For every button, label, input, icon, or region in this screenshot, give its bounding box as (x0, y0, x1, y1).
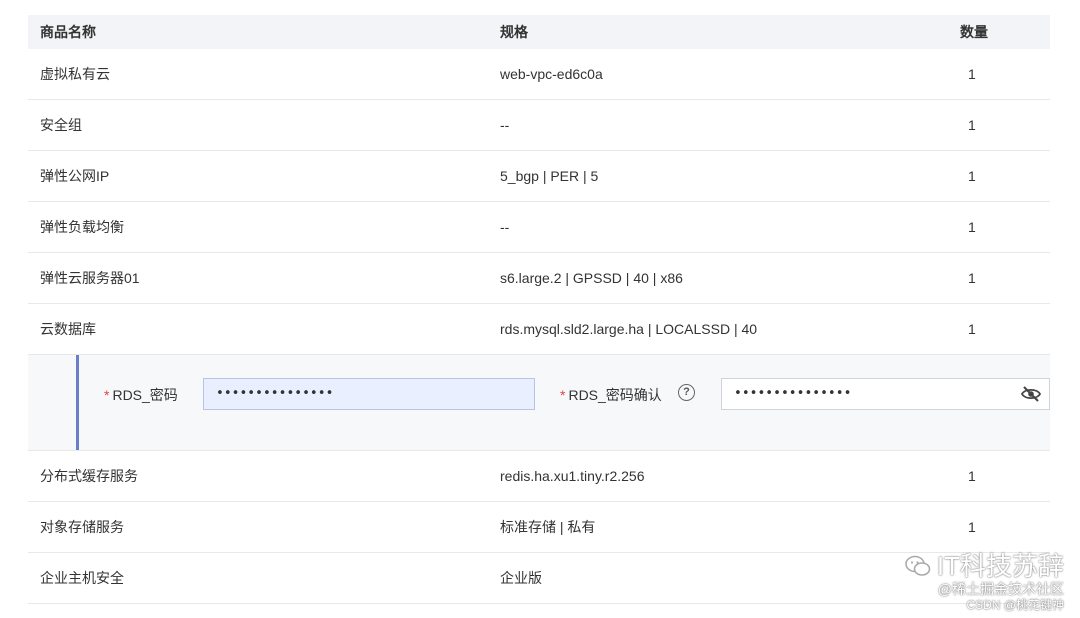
row-spec: rds.mysql.sld2.large.ha | LOCALSSD | 40 (500, 321, 758, 337)
rds-password-panel: * RDS_密码 ••••••••••••••• * RDS_密码确认 ? ••••… (28, 355, 1050, 451)
rds-password-confirm-label-text: RDS_密码确认 (568, 387, 662, 403)
row-qty: 1 (968, 270, 976, 286)
table-header: 商品名称 规格 数量 (28, 15, 1050, 49)
row-name: 企业主机安全 (40, 570, 124, 586)
panel-accent-bar (76, 355, 79, 450)
row-name: 弹性公网IP (40, 168, 110, 184)
watermark-csdn: CSDN @桃花键神 (966, 598, 1064, 612)
table-row: 弹性公网IP 5_bgp | PER | 5 1 (28, 151, 1050, 202)
watermark: IT科技苏辞 @稀土掘金技术社区 CSDN @桃花键神 (905, 552, 1064, 612)
row-name: 云数据库 (40, 321, 96, 337)
row-qty: 1 (968, 219, 976, 235)
table-row: 分布式缓存服务 redis.ha.xu1.tiny.r2.256 1 (28, 451, 1050, 502)
row-name: 对象存储服务 (40, 519, 124, 535)
required-mark: * (104, 387, 110, 403)
row-spec: -- (500, 117, 510, 133)
wechat-logo-icon (905, 555, 931, 576)
table-row: 云数据库 rds.mysql.sld2.large.ha | LOCALSSD … (28, 304, 1050, 355)
row-name: 安全组 (40, 117, 82, 133)
row-name: 分布式缓存服务 (40, 468, 138, 484)
rds-password-confirm-input[interactable]: ••••••••••••••• (721, 378, 1050, 410)
column-header-qty: 数量 (960, 24, 988, 40)
rds-password-confirm-label: * RDS_密码确认 (560, 385, 662, 405)
watermark-subtitle: @稀土掘金技术社区 (937, 581, 1064, 597)
row-qty: 1 (968, 321, 976, 337)
table-row: 弹性负载均衡 -- 1 (28, 202, 1050, 253)
table-row: 对象存储服务 标准存储 | 私有 1 (28, 502, 1050, 553)
row-spec: redis.ha.xu1.tiny.r2.256 (500, 468, 645, 484)
row-qty: 1 (968, 66, 976, 82)
row-qty: 1 (968, 468, 976, 484)
column-header-spec: 规格 (500, 24, 528, 40)
row-spec: web-vpc-ed6c0a (500, 66, 603, 82)
column-header-name: 商品名称 (40, 24, 96, 40)
row-qty: 1 (968, 168, 976, 184)
row-spec: 标准存储 | 私有 (500, 519, 596, 535)
rds-password-label-text: RDS_密码 (112, 387, 178, 403)
table-row: 企业主机安全 企业版 (28, 553, 1050, 604)
eye-off-icon[interactable] (1021, 386, 1041, 402)
row-name: 虚拟私有云 (40, 66, 110, 82)
row-qty: 1 (968, 117, 976, 133)
rds-password-label: * RDS_密码 (104, 385, 178, 405)
row-name: 弹性负载均衡 (40, 219, 124, 235)
table-row: 虚拟私有云 web-vpc-ed6c0a 1 (28, 49, 1050, 100)
row-qty: 1 (968, 519, 976, 535)
row-spec: 5_bgp | PER | 5 (500, 168, 599, 184)
product-table: 商品名称 规格 数量 虚拟私有云 web-vpc-ed6c0a 1 安全组 --… (28, 15, 1050, 604)
row-spec: s6.large.2 | GPSSD | 40 | x86 (500, 270, 683, 286)
table-row: 弹性云服务器01 s6.large.2 | GPSSD | 40 | x86 1 (28, 253, 1050, 304)
rds-password-confirm-value: ••••••••••••••• (734, 386, 852, 401)
rds-password-input[interactable]: ••••••••••••••• (203, 378, 535, 410)
required-mark: * (560, 387, 566, 403)
row-spec: 企业版 (500, 570, 542, 586)
help-circle-icon[interactable]: ? (678, 384, 695, 401)
watermark-title-text: IT科技苏辞 (936, 551, 1064, 581)
table-row: 安全组 -- 1 (28, 100, 1050, 151)
watermark-title: IT科技苏辞 (905, 552, 1064, 580)
row-spec: -- (500, 219, 510, 235)
row-name: 弹性云服务器01 (40, 270, 140, 286)
